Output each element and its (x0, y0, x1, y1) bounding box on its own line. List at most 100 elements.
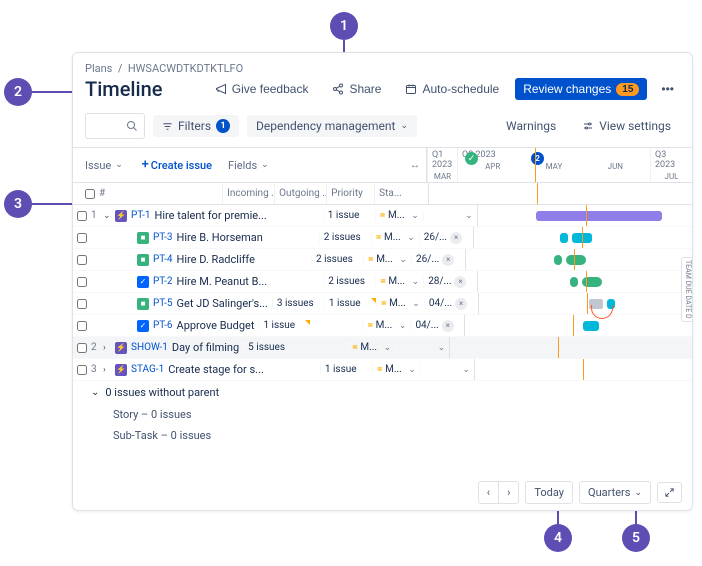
issue-key-link[interactable]: SHOW-1 (131, 342, 168, 353)
gantt-bar[interactable] (582, 277, 602, 287)
row-checkbox[interactable] (77, 343, 87, 353)
cell-outgoing[interactable]: 1 issue (323, 210, 375, 221)
cell-priority[interactable]: = M...⌄ (376, 298, 424, 309)
timeline-lane[interactable] (479, 293, 692, 314)
cell-outgoing[interactable]: 2 issues (319, 232, 371, 243)
select-all-checkbox[interactable] (85, 189, 95, 199)
issue-key-link[interactable]: PT-1 (131, 210, 151, 221)
row-checkbox[interactable] (77, 365, 87, 375)
create-issue-button[interactable]: +Create issue (142, 159, 220, 172)
cell-outgoing[interactable]: 1 issue (324, 298, 376, 309)
issue-key-link[interactable]: PT-6 (153, 320, 173, 331)
search-input[interactable] (85, 113, 145, 139)
cell-start[interactable]: 28/...× (423, 276, 477, 288)
due-date-fold-tab[interactable]: TEAM DUE DATE D (681, 257, 692, 322)
view-settings-button[interactable]: View settings (573, 115, 680, 137)
scale-selector[interactable]: Quarters ⌄ (579, 481, 651, 504)
gantt-bar[interactable] (560, 233, 568, 243)
timeline-lane[interactable] (478, 205, 692, 226)
cell-start[interactable]: 04/...× (410, 320, 464, 332)
cell-priority[interactable]: = M...⌄ (363, 254, 411, 265)
issue-key-link[interactable]: PT-5 (153, 298, 173, 309)
issue-row[interactable]: 1⌄⚡PT-1Hire talent for premie...1 issue=… (73, 205, 692, 227)
row-checkbox[interactable] (77, 277, 87, 287)
cell-incoming[interactable]: 3 issues (272, 298, 324, 309)
gantt-bar[interactable] (570, 277, 578, 287)
release-marker-may[interactable]: 2 (531, 152, 544, 165)
cell-outgoing[interactable]: 2 issues (323, 276, 375, 287)
issue-row[interactable]: 2›⚡SHOW-1Day of filming5 issues= M...⌄⌄ (73, 337, 692, 359)
col-outgoing[interactable]: Outgoing ... (274, 183, 326, 204)
clear-icon[interactable]: × (442, 254, 454, 266)
issue-row[interactable]: ■PT-3Hire B. Horseman2 issues= M...⌄26/.… (73, 227, 692, 249)
expand-toggle[interactable]: ⌄ (103, 211, 115, 221)
issues-without-parent-header[interactable]: ⌄ 0 issues without parent (73, 381, 692, 404)
cell-priority[interactable]: = M...⌄ (372, 364, 420, 375)
cell-priority[interactable]: = M...⌄ (362, 320, 410, 331)
filters-button[interactable]: Filters 1 (153, 115, 239, 137)
nav-next-button[interactable]: › (499, 482, 518, 503)
timeline-lane[interactable] (450, 337, 692, 358)
dependency-management-button[interactable]: Dependency management ⌄ (247, 115, 417, 137)
cell-start[interactable]: 04/...× (424, 298, 478, 310)
cell-priority[interactable]: = M...⌄ (371, 232, 419, 243)
cell-start[interactable]: 26/...× (419, 232, 473, 244)
collapse-fields-icon[interactable]: ↔ (410, 160, 426, 171)
issue-row[interactable]: ■PT-4Hire D. Radcliffe2 issues= M...⌄26/… (73, 249, 692, 271)
cell-priority[interactable]: = M...⌄ (375, 276, 423, 287)
timeline-lane[interactable] (478, 271, 692, 292)
cell-incoming[interactable]: 5 issues (243, 342, 295, 353)
clear-icon[interactable]: × (450, 232, 462, 244)
expand-toggle[interactable]: › (103, 343, 115, 353)
clear-icon[interactable]: × (455, 298, 467, 310)
issue-key-link[interactable]: STAG-1 (131, 364, 164, 375)
col-incoming[interactable]: Incoming ... (222, 183, 274, 204)
cell-priority[interactable]: = M...⌄ (347, 342, 395, 353)
cell-priority[interactable]: = M...⌄ (375, 210, 423, 221)
col-start[interactable]: Sta... (374, 183, 428, 204)
cell-outgoing[interactable]: 2 issues (311, 254, 363, 265)
release-marker-apr[interactable]: ✓ (465, 152, 478, 165)
issue-row[interactable]: ✓PT-6Approve Budget1 issue= M...⌄04/...× (73, 315, 692, 337)
issue-row[interactable]: ✓PT-2Hire M. Peanut B...2 issues= M...⌄2… (73, 271, 692, 293)
nav-prev-button[interactable]: ‹ (479, 482, 499, 503)
share-button[interactable]: Share (324, 78, 389, 100)
issue-column-header[interactable]: Issue (85, 159, 111, 172)
timeline-lane[interactable] (474, 227, 692, 248)
clear-icon[interactable]: × (454, 276, 466, 288)
row-checkbox[interactable] (77, 211, 87, 221)
timeline-lane[interactable] (465, 315, 692, 336)
gantt-bar[interactable] (536, 211, 662, 221)
row-checkbox[interactable] (77, 299, 87, 309)
gantt-bar[interactable] (554, 255, 562, 265)
gantt-bar[interactable] (583, 321, 599, 331)
cell-start[interactable]: ⌄ (420, 365, 474, 375)
row-checkbox[interactable] (77, 233, 87, 243)
expand-toggle[interactable]: › (103, 365, 115, 375)
cell-outgoing[interactable]: 1 issue (320, 364, 372, 375)
timeline-lane[interactable] (475, 359, 692, 380)
timeline-lane[interactable] (466, 249, 692, 270)
cell-start[interactable]: ⌄ (395, 343, 449, 353)
cell-start[interactable]: ⌄ (423, 211, 477, 221)
fullscreen-button[interactable] (657, 482, 682, 503)
clear-icon[interactable]: × (442, 320, 454, 332)
more-actions-button[interactable]: ••• (655, 78, 680, 100)
cell-incoming[interactable]: 1 issue (258, 320, 310, 331)
breadcrumb-plans-link[interactable]: Plans (85, 62, 112, 75)
issue-key-link[interactable]: PT-2 (153, 276, 173, 287)
auto-schedule-button[interactable]: Auto-schedule (397, 78, 507, 100)
today-button[interactable]: Today (525, 481, 573, 504)
issue-key-link[interactable]: PT-4 (153, 254, 173, 265)
gantt-bar[interactable] (566, 255, 586, 265)
issue-row[interactable]: 3›⚡STAG-1Create stage for s...1 issue= M… (73, 359, 692, 381)
cell-start[interactable]: 26/...× (411, 254, 465, 266)
review-changes-button[interactable]: Review changes 15 (515, 78, 647, 100)
col-priority[interactable]: Priority (326, 183, 374, 204)
row-checkbox[interactable] (77, 321, 87, 331)
give-feedback-button[interactable]: Give feedback (207, 78, 317, 100)
fields-header[interactable]: Fields (228, 159, 257, 172)
issue-key-link[interactable]: PT-3 (153, 232, 173, 243)
issue-row[interactable]: ■PT-5Get JD Salinger's...3 issues1 issue… (73, 293, 692, 315)
row-checkbox[interactable] (77, 255, 87, 265)
